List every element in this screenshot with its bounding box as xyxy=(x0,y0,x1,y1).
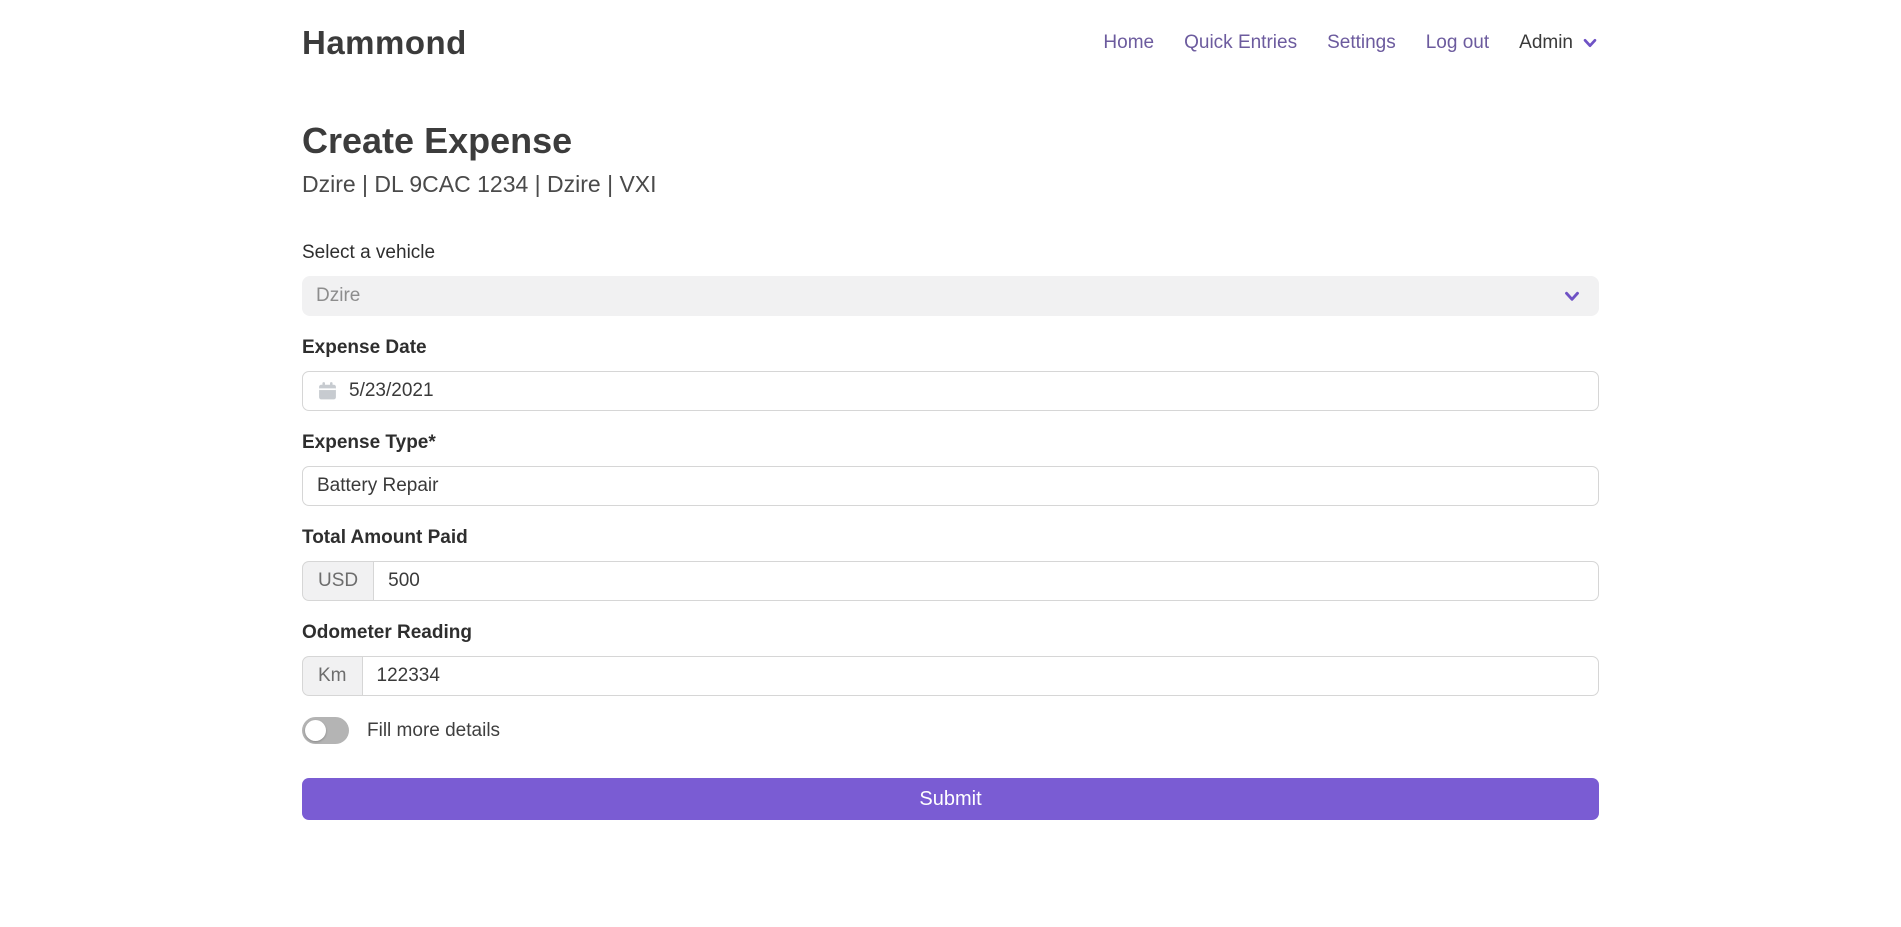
fill-more-details-label: Fill more details xyxy=(367,720,500,742)
submit-button[interactable]: Submit xyxy=(302,778,1599,820)
create-expense-form: Select a vehicle Dzire Expense Date xyxy=(302,242,1599,820)
odometer-field-group: Odometer Reading Km xyxy=(302,622,1599,696)
expense-date-input[interactable] xyxy=(302,371,1599,411)
app-logo[interactable]: Hammond xyxy=(302,24,467,62)
toggle-knob xyxy=(305,720,326,741)
nav-item-settings[interactable]: Settings xyxy=(1327,32,1396,54)
expense-date-field-group: Expense Date xyxy=(302,337,1599,411)
chevron-down-icon xyxy=(1561,285,1583,307)
page-title: Create Expense xyxy=(302,120,1599,162)
total-amount-field-group: Total Amount Paid USD xyxy=(302,527,1599,601)
total-amount-input[interactable] xyxy=(373,561,1599,601)
nav-item-logout[interactable]: Log out xyxy=(1426,32,1489,54)
expense-date-label: Expense Date xyxy=(302,337,1599,359)
vehicle-summary: Dzire | DL 9CAC 1234 | Dzire | VXI xyxy=(302,171,1599,198)
fill-more-details-toggle[interactable] xyxy=(302,717,349,744)
vehicle-field-group: Select a vehicle Dzire xyxy=(302,242,1599,316)
odometer-input[interactable] xyxy=(362,656,1600,696)
vehicle-select-label: Select a vehicle xyxy=(302,242,1599,264)
admin-dropdown-label: Admin xyxy=(1519,32,1573,54)
distance-unit-addon: Km xyxy=(302,656,362,696)
vehicle-select-value: Dzire xyxy=(316,285,360,307)
total-amount-label: Total Amount Paid xyxy=(302,527,1599,549)
currency-addon: USD xyxy=(302,561,373,601)
nav-item-quick-entries[interactable]: Quick Entries xyxy=(1184,32,1297,54)
odometer-label: Odometer Reading xyxy=(302,622,1599,644)
main-nav: Home Quick Entries Settings Log out Admi… xyxy=(1103,32,1599,54)
more-details-row: Fill more details xyxy=(302,717,1599,744)
chevron-down-icon xyxy=(1581,34,1599,52)
expense-type-field-group: Expense Type* xyxy=(302,432,1599,506)
vehicle-select[interactable]: Dzire xyxy=(302,276,1599,316)
calendar-icon xyxy=(317,381,338,402)
admin-dropdown[interactable]: Admin xyxy=(1519,32,1599,54)
nav-item-home[interactable]: Home xyxy=(1103,32,1154,54)
expense-type-input[interactable] xyxy=(302,466,1599,506)
expense-type-label: Expense Type* xyxy=(302,432,1599,454)
header: Hammond Home Quick Entries Settings Log … xyxy=(0,0,1901,68)
